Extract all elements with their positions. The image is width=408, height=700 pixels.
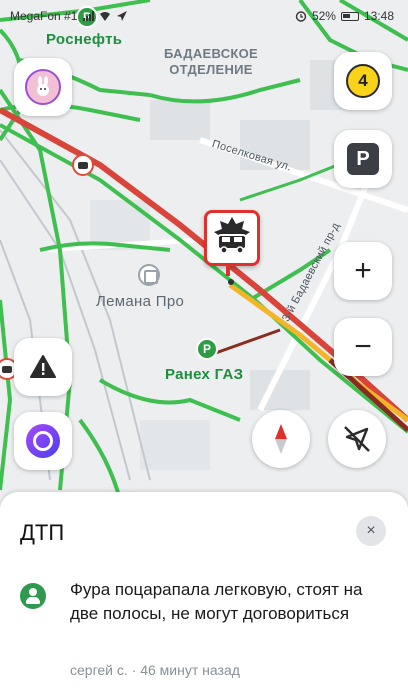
comment-time: 46 минут назад — [140, 662, 240, 678]
close-button[interactable]: × — [356, 516, 386, 546]
clock: 13:48 — [363, 9, 394, 23]
comment-author: сергей с. — [70, 662, 128, 678]
traffic-level-button[interactable]: 4 — [334, 52, 392, 110]
zoom-out-button[interactable]: − — [334, 318, 392, 376]
navigation-arrow-icon — [116, 10, 128, 22]
poi-label-rosneft[interactable]: Роснефть — [46, 31, 122, 48]
comment-meta: сергей с. · 46 минут назад — [70, 662, 240, 678]
battery-icon — [340, 11, 359, 21]
location-off-icon — [344, 426, 370, 452]
status-bar-left: MegaFon #1 — [10, 9, 128, 23]
signal-icon — [82, 10, 95, 22]
compass-button[interactable] — [252, 410, 310, 468]
alice-assistant-button[interactable] — [14, 412, 72, 470]
user-avatar-icon — [20, 583, 46, 609]
accident-marker-pin — [226, 264, 230, 276]
profile-button[interactable] — [14, 58, 72, 116]
poi-label-raneks[interactable]: Ранех ГАЗ — [165, 366, 243, 383]
car-crash-icon — [214, 217, 250, 254]
store-icon[interactable] — [138, 264, 160, 286]
zoom-in-button[interactable]: + — [334, 242, 392, 300]
warning-triangle-icon — [30, 355, 56, 378]
battery-percent: 52% — [311, 9, 336, 23]
compass-icon — [275, 424, 287, 454]
report-button[interactable] — [14, 338, 72, 396]
meta-separator: · — [127, 662, 141, 678]
wifi-icon — [99, 10, 111, 22]
parking-button[interactable]: P — [334, 130, 392, 188]
status-bar: MegaFon #1 52% 13:48 — [0, 0, 408, 32]
district-label: БАДАЕВСКОЕ ОТДЕЛЕНИЕ — [156, 46, 266, 78]
district-label-line2: ОТДЕЛЕНИЕ — [169, 62, 253, 77]
parking-icon: P — [347, 143, 379, 175]
carrier-name: MegaFon #1 — [10, 9, 78, 23]
minus-icon: − — [354, 330, 372, 363]
my-location-button[interactable] — [328, 410, 386, 468]
accident-location-dot — [228, 279, 234, 285]
speed-camera-icon[interactable] — [72, 154, 94, 176]
traffic-level-badge: 4 — [346, 64, 380, 98]
accident-marker[interactable] — [204, 210, 260, 266]
incident-title: ДТП — [20, 520, 65, 545]
poi-label-lemana[interactable]: Лемана Про — [96, 293, 184, 310]
district-label-line1: БАДАЕВСКОЕ — [163, 46, 259, 61]
bunny-avatar-icon — [25, 69, 61, 105]
gas-station-icon[interactable]: P — [196, 338, 218, 360]
plus-icon: + — [354, 254, 372, 287]
close-icon: × — [366, 522, 376, 539]
status-bar-right: 52% 13:48 — [295, 9, 394, 23]
alice-assistant-icon — [26, 424, 60, 458]
alarm-icon — [295, 10, 307, 22]
incident-comment: Фура поцарапала легковую, стоят на две п… — [70, 580, 363, 623]
